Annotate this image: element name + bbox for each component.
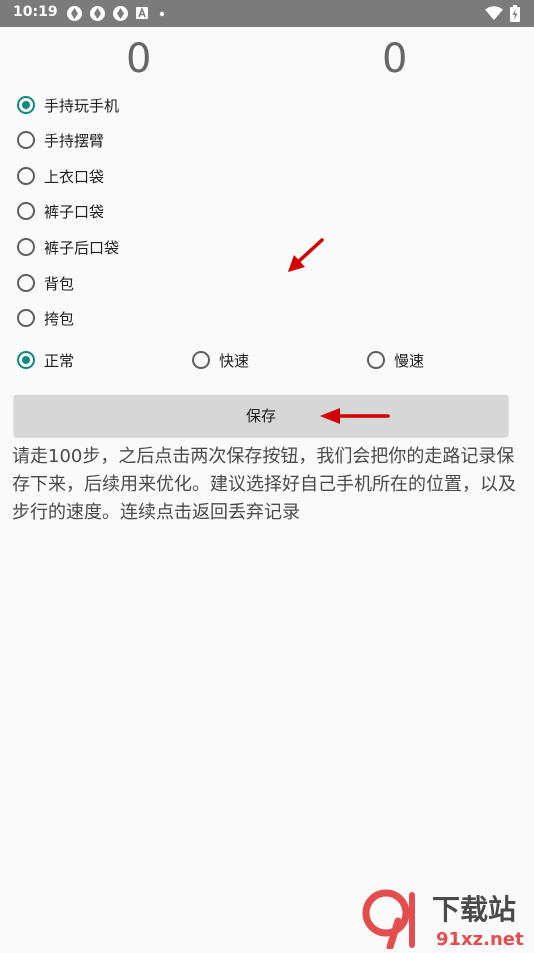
position-option-backpack[interactable]: 背包 <box>17 270 74 296</box>
notification-icons <box>66 5 168 22</box>
radio-checked-icon[interactable] <box>17 96 35 114</box>
position-label: 挎包 <box>44 309 75 328</box>
radio-checked-icon[interactable] <box>17 351 35 369</box>
radio-unchecked-icon[interactable] <box>17 274 35 292</box>
radio-unchecked-icon[interactable] <box>17 309 35 327</box>
speed-label: 正常 <box>44 351 75 370</box>
notification-app-icon <box>90 6 105 21</box>
speed-option-normal[interactable]: 正常 <box>17 347 74 373</box>
speed-option-slow[interactable]: 慢速 <box>367 347 424 373</box>
position-label: 裤子口袋 <box>44 202 105 221</box>
site-watermark: 下载站 91xz.net <box>360 885 534 953</box>
position-option-handheld[interactable]: 手持玩手机 <box>17 92 119 118</box>
position-option-back-pocket[interactable]: 裤子后口袋 <box>17 234 119 260</box>
position-label: 手持玩手机 <box>44 96 120 115</box>
watermark-title: 下载站 <box>432 893 516 926</box>
step-counter-right: 0 <box>382 36 408 82</box>
position-label: 手持摆臂 <box>44 131 105 150</box>
position-option-shoulder-bag[interactable]: 挎包 <box>17 305 74 331</box>
battery-icon <box>510 5 520 22</box>
position-label: 背包 <box>44 274 75 293</box>
radio-unchecked-icon[interactable] <box>192 351 210 369</box>
notification-a-icon <box>136 6 148 19</box>
position-label: 裤子后口袋 <box>44 238 120 257</box>
watermark-logo-icon: 下载站 91xz.net <box>362 889 524 951</box>
dot-icon <box>159 11 165 17</box>
instruction-text: 请走100步，之后点击两次保存按钮，我们会把你的走路记录保存下来，后续用来优化。… <box>12 446 516 523</box>
system-icons <box>485 5 520 22</box>
annotation-arrow-icon <box>288 238 324 272</box>
status-bar: 10:19 <box>0 0 534 27</box>
annotation-arrow-icon <box>320 408 390 424</box>
position-option-swing-arm[interactable]: 手持摆臂 <box>17 127 104 153</box>
save-button[interactable]: 保存 <box>14 395 508 436</box>
speed-label: 快速 <box>219 351 250 370</box>
watermark-url: 91xz.net <box>436 929 524 949</box>
speed-option-fast[interactable]: 快速 <box>192 347 249 373</box>
step-counter-left: 0 <box>126 36 152 82</box>
position-option-jacket-pocket[interactable]: 上衣口袋 <box>17 163 104 189</box>
radio-unchecked-icon[interactable] <box>367 351 385 369</box>
radio-unchecked-icon[interactable] <box>17 167 35 185</box>
radio-unchecked-icon[interactable] <box>17 202 35 220</box>
notification-app-icon <box>113 6 128 21</box>
wifi-icon <box>485 6 503 20</box>
radio-unchecked-icon[interactable] <box>17 131 35 149</box>
position-option-pants-pocket[interactable]: 裤子口袋 <box>17 198 104 224</box>
position-label: 上衣口袋 <box>44 167 105 186</box>
notification-app-icon <box>67 6 82 21</box>
radio-unchecked-icon[interactable] <box>17 238 35 256</box>
speed-label: 慢速 <box>394 351 425 370</box>
status-time: 10:19 <box>13 4 58 20</box>
